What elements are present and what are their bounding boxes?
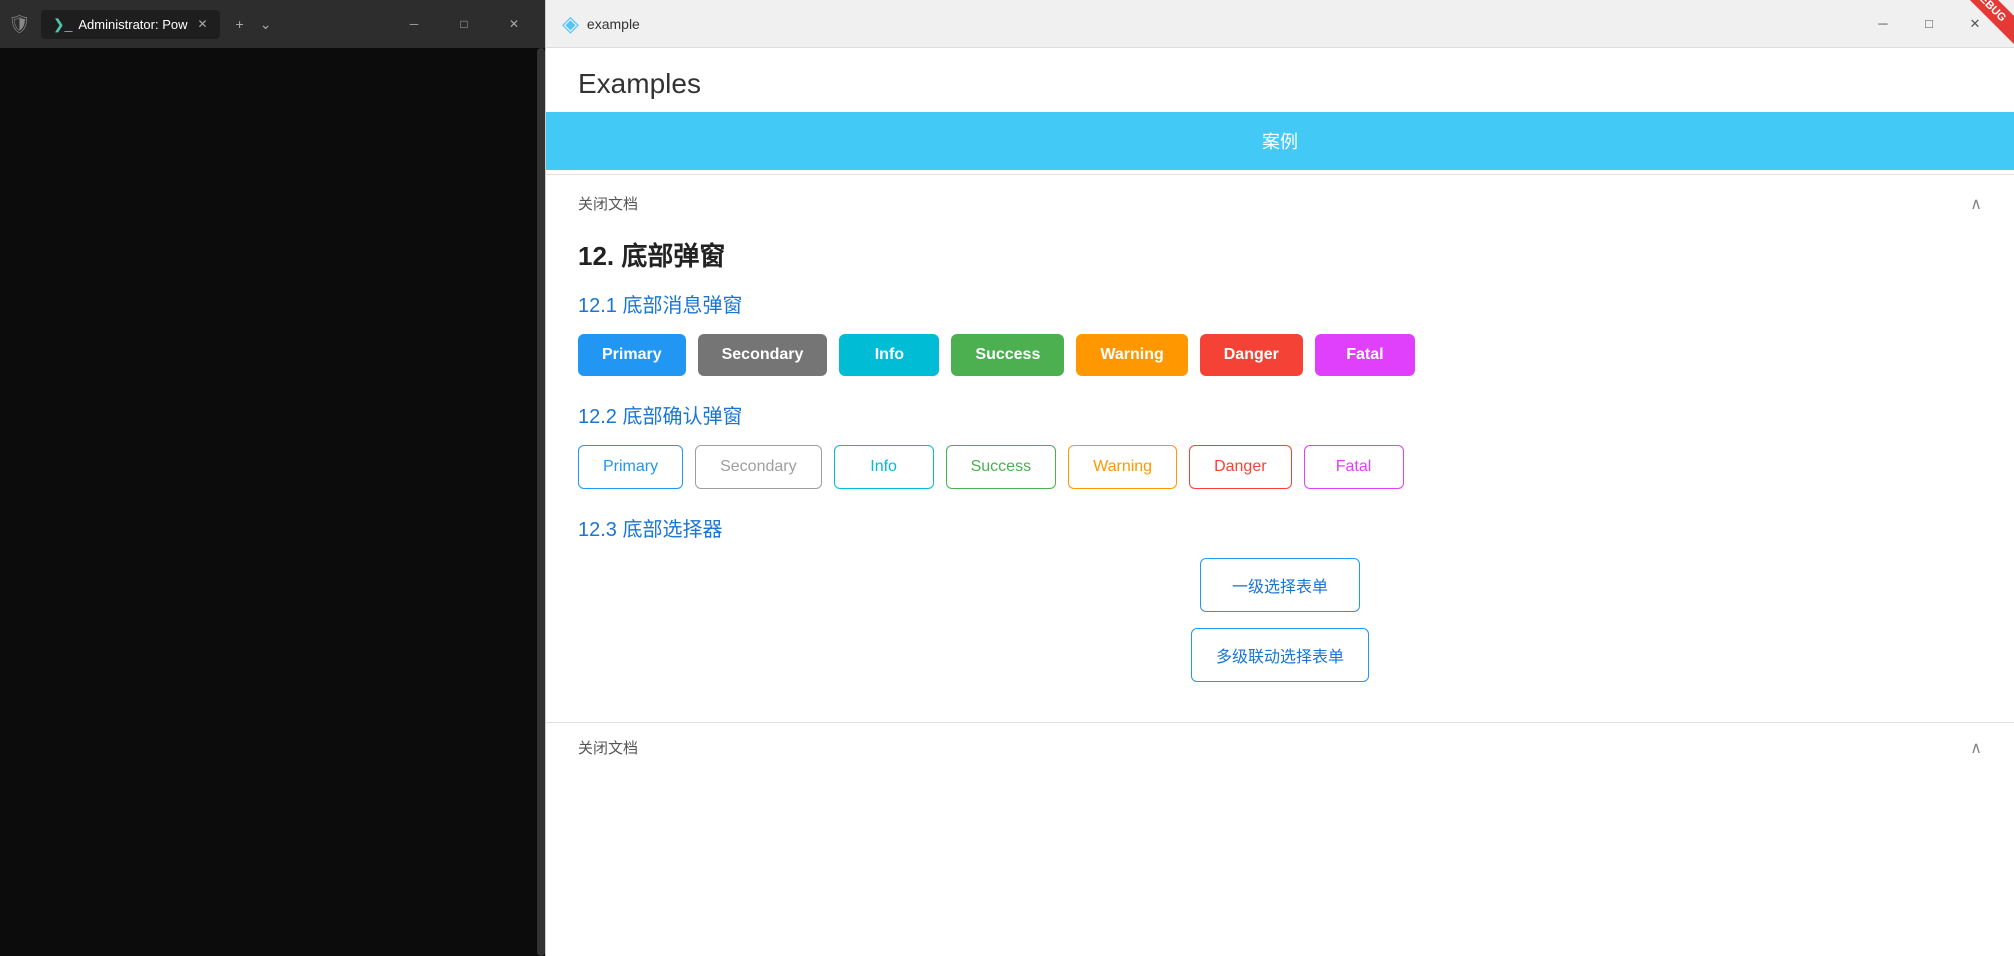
btn-secondary-outlined[interactable]: Secondary	[695, 445, 822, 489]
btn-primary-filled[interactable]: Primary	[578, 334, 686, 376]
section-12-1-title: 12.1 底部消息弹窗	[578, 289, 1982, 318]
btn-info-filled[interactable]: Info	[839, 334, 939, 376]
flutter-logo-icon: ◈	[562, 11, 579, 37]
new-tab-button[interactable]: +	[230, 12, 250, 36]
btn-warning-outlined[interactable]: Warning	[1068, 445, 1177, 489]
btn-danger-outlined[interactable]: Danger	[1189, 445, 1291, 489]
btn-success-filled[interactable]: Success	[951, 334, 1064, 376]
btn-info-outlined[interactable]: Info	[834, 445, 934, 489]
app-minimize-button[interactable]: ─	[1860, 8, 1906, 40]
section-12-2-title: 12.2 底部确认弹窗	[578, 400, 1982, 429]
terminal-tab-close[interactable]: ✕	[197, 17, 207, 31]
terminal-panel: 🛡 ❯_ Administrator: Pow ✕ + ⌄ ─ □ ✕	[0, 0, 545, 956]
close-doc-top-section[interactable]: 关闭文档 ∧	[546, 179, 2014, 228]
terminal-window-controls: ─ □ ✕	[391, 8, 537, 40]
selector-button-1[interactable]: 一级选择表单	[1200, 558, 1360, 612]
chevron-up-icon-top: ∧	[1970, 194, 1982, 214]
close-doc-top-label: 关闭文档	[578, 193, 638, 214]
app-panel: DEBUG ◈ example ─ □ ✕ Examples 案例 关闭文档 ∧…	[545, 0, 2014, 956]
outlined-buttons-row: Primary Secondary Info Success Warning D…	[578, 445, 1982, 489]
app-titlebar: ◈ example ─ □ ✕	[546, 0, 2014, 48]
app-header: Examples	[546, 48, 2014, 112]
selector-row-2: 多级联动选择表单	[578, 628, 1982, 682]
terminal-tab-label: Administrator: Pow	[78, 17, 187, 32]
app-title: example	[587, 16, 640, 32]
app-content: Examples 案例 关闭文档 ∧ 12. 底部弹窗 12.1 底部消息弹窗 …	[546, 48, 2014, 956]
terminal-btn-group: + ⌄	[230, 12, 278, 37]
terminal-body	[0, 48, 545, 956]
btn-primary-outlined[interactable]: Primary	[578, 445, 683, 489]
terminal-scrollbar[interactable]	[537, 48, 545, 956]
divider-1	[546, 174, 2014, 175]
btn-danger-filled[interactable]: Danger	[1200, 334, 1303, 376]
btn-secondary-filled[interactable]: Secondary	[698, 334, 828, 376]
terminal-tab[interactable]: ❯_ Administrator: Pow ✕	[41, 10, 220, 39]
filled-buttons-row: Primary Secondary Info Success Warning D…	[578, 334, 1982, 376]
btn-success-outlined[interactable]: Success	[946, 445, 1056, 489]
selector-row-1: 一级选择表单	[578, 558, 1982, 612]
cases-button[interactable]: 案例	[546, 112, 2014, 170]
btn-fatal-filled[interactable]: Fatal	[1315, 334, 1415, 376]
debug-ribbon: DEBUG	[1934, 0, 2014, 80]
page-title: Examples	[578, 68, 1982, 100]
chevron-up-icon-bottom: ∧	[1970, 738, 1982, 758]
terminal-maximize-button[interactable]: □	[441, 8, 487, 40]
btn-fatal-outlined[interactable]: Fatal	[1304, 445, 1404, 489]
section-12-3-title: 12.3 底部选择器	[578, 513, 1982, 542]
tab-dropdown-button[interactable]: ⌄	[254, 12, 278, 37]
terminal-minimize-button[interactable]: ─	[391, 8, 437, 40]
debug-label: DEBUG	[1947, 0, 2014, 48]
close-doc-bottom-label: 关闭文档	[578, 737, 638, 758]
main-content-area: 12. 底部弹窗 12.1 底部消息弹窗 Primary Secondary I…	[546, 228, 2014, 722]
terminal-titlebar: 🛡 ❯_ Administrator: Pow ✕ + ⌄ ─ □ ✕	[0, 0, 545, 48]
btn-warning-filled[interactable]: Warning	[1076, 334, 1187, 376]
section-12-title: 12. 底部弹窗	[578, 236, 1982, 273]
shield-icon: 🛡	[8, 14, 31, 35]
selector-button-2[interactable]: 多级联动选择表单	[1191, 628, 1369, 682]
powershell-icon: ❯_	[53, 16, 73, 33]
terminal-close-button[interactable]: ✕	[491, 8, 537, 40]
close-doc-bottom-section[interactable]: 关闭文档 ∧	[546, 722, 2014, 772]
